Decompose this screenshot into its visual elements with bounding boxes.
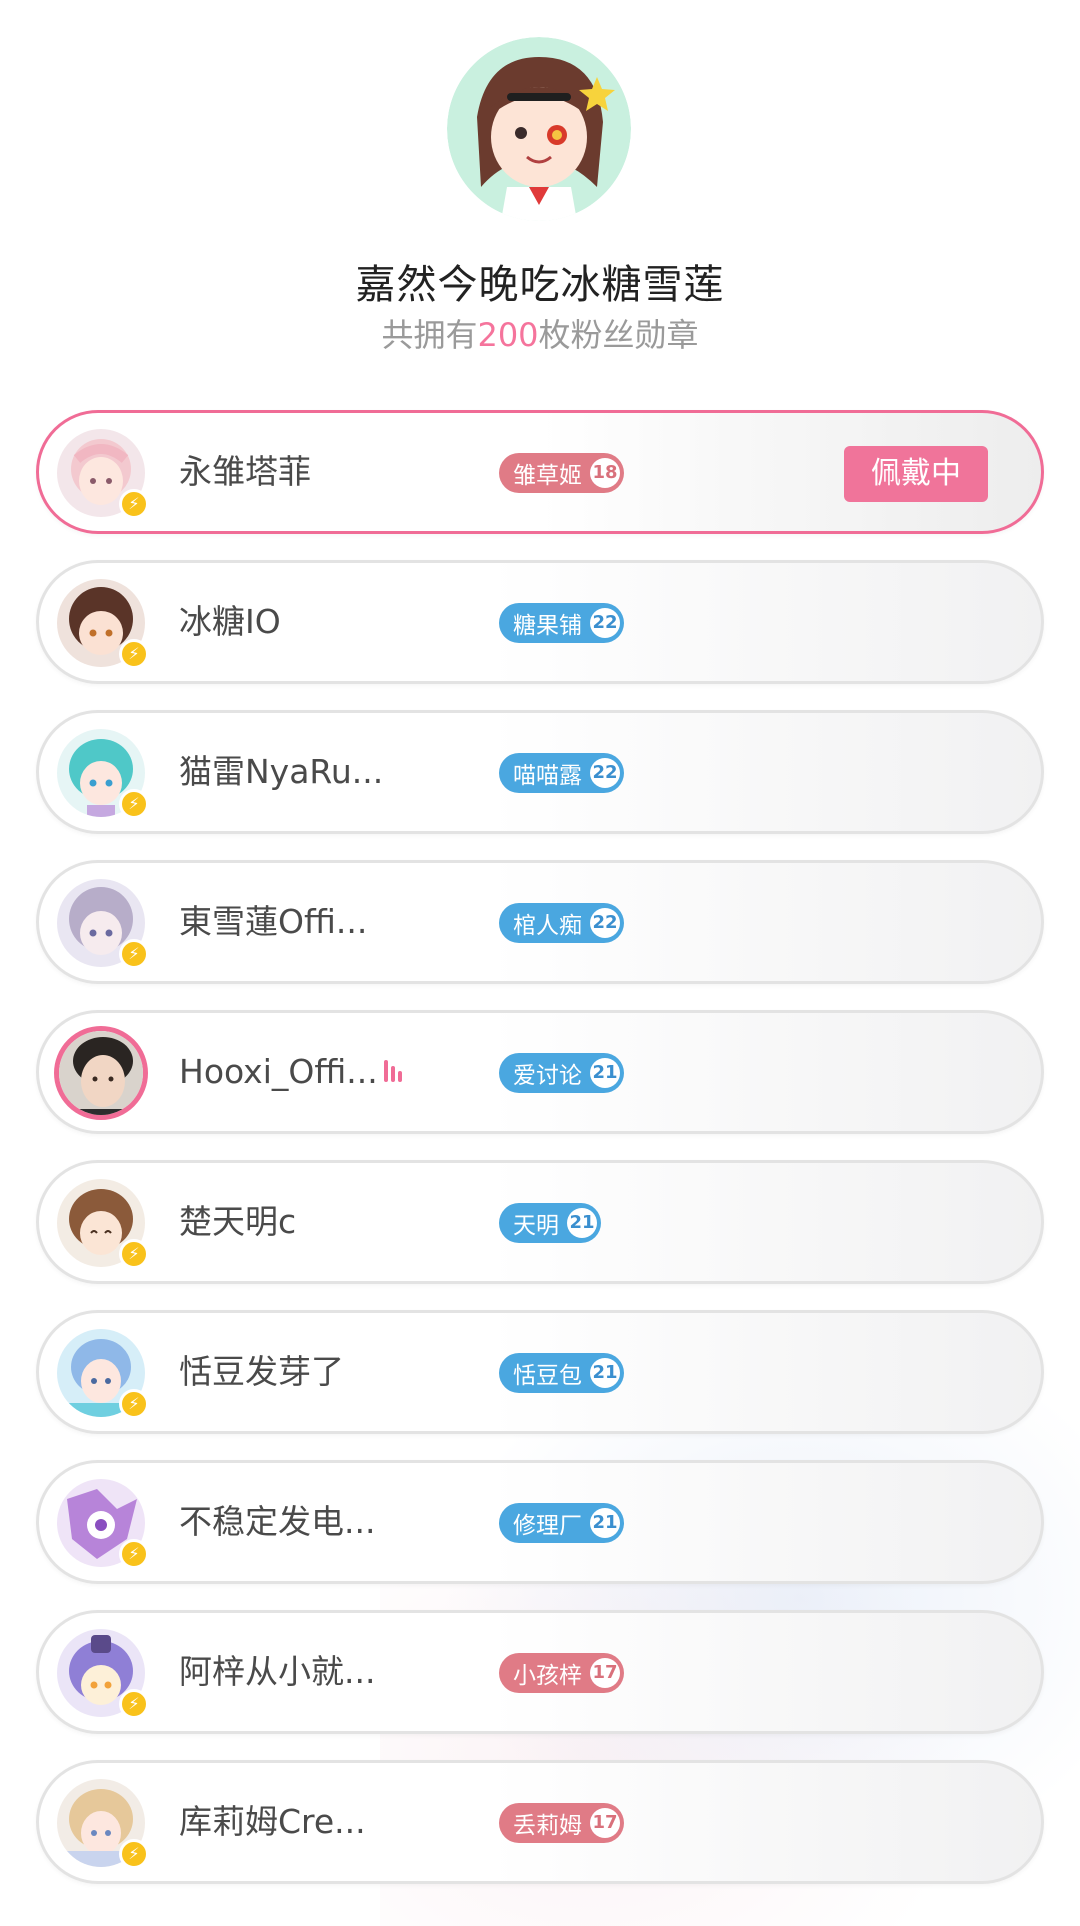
lightning-bolt-icon: ⚡ (119, 1389, 149, 1419)
profile-header: 嘉然今晚吃冰糖雪莲 共拥有200枚粉丝勋章 (0, 0, 1080, 380)
streamer-name: 東雪蓮Offi... (179, 902, 368, 941)
medal-name: 小孩梓 (513, 1663, 582, 1689)
fan-medal[interactable]: 棺人痴 22 (499, 903, 624, 943)
streamer-name: 阿梓从小就... (179, 1652, 376, 1691)
medal-name: 天明 (513, 1213, 559, 1239)
lightning-bolt-icon: ⚡ (119, 939, 149, 969)
medal-card[interactable]: ⚡ 恬豆发芽了 恬豆包 21 (36, 1310, 1044, 1434)
medal-card[interactable]: Hooxi_Offi... 爱讨论 21 (36, 1010, 1044, 1134)
medal-count: 200 (477, 316, 539, 354)
fan-medal[interactable]: 爱讨论 21 (499, 1053, 624, 1093)
medal-name: 修理厂 (513, 1513, 582, 1539)
user-name: 嘉然今晚吃冰糖雪莲 (355, 262, 725, 308)
user-avatar[interactable] (447, 37, 631, 221)
medal-card[interactable]: ⚡ 库莉姆Cre... 丢莉姆 17 (36, 1760, 1044, 1884)
medal-card[interactable]: ⚡ 猫雷NyaRu... 喵喵露 22 (36, 710, 1044, 834)
lightning-bolt-icon: ⚡ (119, 1689, 149, 1719)
medal-level: 18 (590, 458, 620, 488)
fan-medal[interactable]: 丢莉姆 17 (499, 1803, 624, 1843)
lightning-bolt-icon: ⚡ (119, 789, 149, 819)
medal-card[interactable]: ⚡ 阿梓从小就... 小孩梓 17 (36, 1610, 1044, 1734)
streamer-avatar[interactable]: ⚡ (57, 1329, 149, 1419)
medal-level: 17 (590, 1658, 620, 1688)
medal-card[interactable]: ⚡ 永雏塔菲 雏草姬 18 佩戴中 (36, 410, 1044, 534)
medal-level: 22 (590, 908, 620, 938)
medal-level: 21 (590, 1508, 620, 1538)
medal-card[interactable]: ⚡ 楚天明c 天明 21 (36, 1160, 1044, 1284)
medal-name: 喵喵露 (513, 763, 582, 789)
medal-card[interactable]: ⚡ 東雪蓮Offi... 棺人痴 22 (36, 860, 1044, 984)
medal-level: 22 (590, 758, 620, 788)
streamer-name: Hooxi_Offi... (179, 1013, 410, 1131)
streamer-avatar[interactable]: ⚡ (57, 1629, 149, 1719)
fan-medal[interactable]: 小孩梓 17 (499, 1653, 624, 1693)
streamer-avatar[interactable] (54, 1026, 148, 1120)
fan-medal[interactable]: 恬豆包 21 (499, 1353, 624, 1393)
medal-name: 棺人痴 (513, 913, 582, 939)
medal-card[interactable]: ⚡ 冰糖IO 糖果铺 22 (36, 560, 1044, 684)
medal-card[interactable]: ⚡ 不稳定发电... 修理厂 21 (36, 1460, 1044, 1584)
fan-medal[interactable]: 雏草姬 18 (499, 453, 624, 493)
streamer-avatar[interactable]: ⚡ (57, 579, 149, 669)
live-bars-icon (383, 1059, 410, 1082)
streamer-avatar[interactable]: ⚡ (57, 1479, 149, 1569)
medal-name: 恬豆包 (513, 1363, 582, 1389)
streamer-name: 永雏塔菲 (179, 452, 311, 491)
medal-name: 雏草姬 (513, 463, 582, 489)
lightning-bolt-icon: ⚡ (119, 639, 149, 669)
streamer-name: 不稳定发电... (179, 1502, 376, 1541)
lightning-bolt-icon: ⚡ (119, 489, 149, 519)
fan-medal[interactable]: 天明 21 (499, 1203, 601, 1243)
medal-level: 21 (590, 1358, 620, 1388)
lightning-bolt-icon: ⚡ (119, 1839, 149, 1869)
medal-name: 丢莉姆 (513, 1813, 582, 1839)
medal-name: 糖果铺 (513, 613, 582, 639)
medal-count-summary: 共拥有200枚粉丝勋章 (381, 316, 699, 354)
medal-level: 17 (590, 1808, 620, 1838)
fan-medal[interactable]: 修理厂 21 (499, 1503, 624, 1543)
wearing-button[interactable]: 佩戴中 (844, 446, 988, 502)
medal-level: 22 (590, 608, 620, 638)
streamer-avatar[interactable]: ⚡ (57, 879, 149, 969)
streamer-avatar[interactable]: ⚡ (57, 1779, 149, 1869)
streamer-name: 库莉姆Cre... (179, 1802, 366, 1841)
fan-medal[interactable]: 喵喵露 22 (499, 753, 624, 793)
streamer-avatar[interactable]: ⚡ (57, 429, 149, 519)
streamer-name: 恬豆发芽了 (179, 1352, 344, 1391)
medal-name: 爱讨论 (513, 1063, 582, 1089)
streamer-name: 楚天明c (179, 1202, 297, 1241)
medal-level: 21 (567, 1208, 597, 1238)
fan-medal[interactable]: 糖果铺 22 (499, 603, 624, 643)
streamer-name: 猫雷NyaRu... (179, 752, 384, 791)
streamer-name: 冰糖IO (179, 602, 281, 641)
streamer-avatar[interactable]: ⚡ (57, 729, 149, 819)
lightning-bolt-icon: ⚡ (119, 1539, 149, 1569)
medal-level: 21 (590, 1058, 620, 1088)
lightning-bolt-icon: ⚡ (119, 1239, 149, 1269)
streamer-avatar[interactable]: ⚡ (57, 1179, 149, 1269)
